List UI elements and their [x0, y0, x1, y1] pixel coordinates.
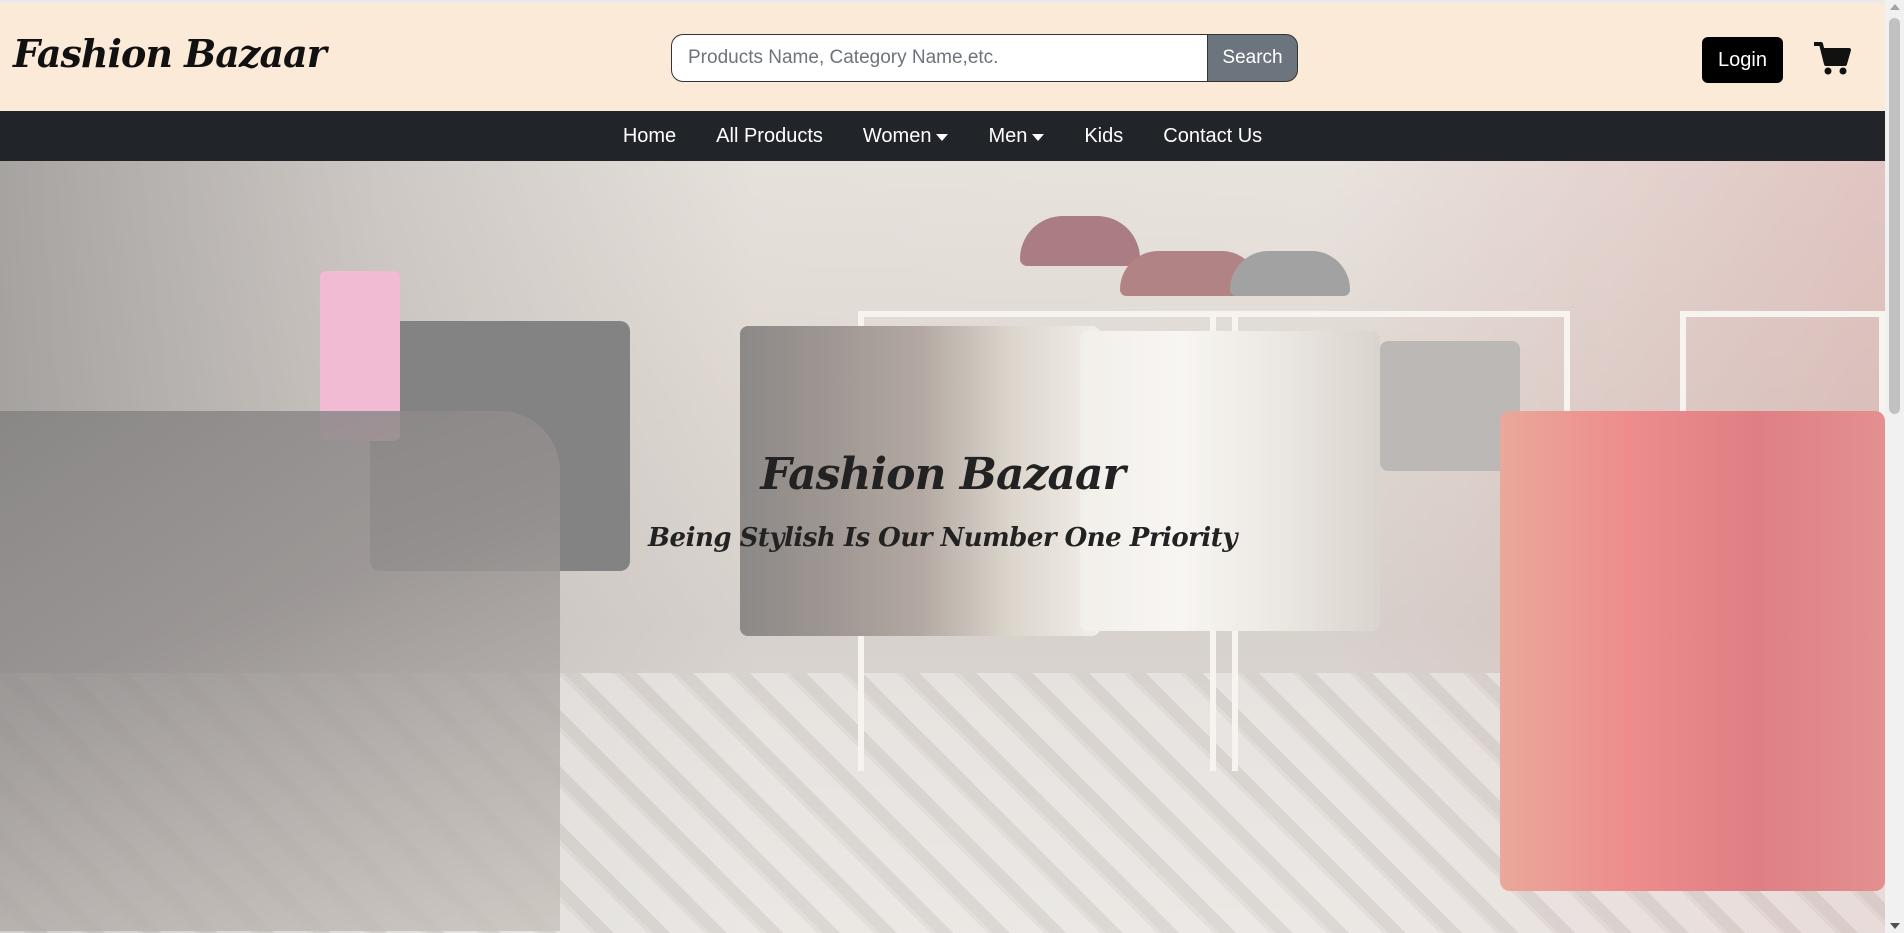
nav-item-label: All Products [716, 124, 823, 147]
search-input[interactable] [671, 34, 1207, 82]
hero-title: Fashion Bazaar [760, 449, 1125, 500]
hero-banner: Fashion Bazaar Being Stylish Is Our Numb… [0, 161, 1885, 933]
caret-down-icon [1032, 133, 1045, 141]
cart-icon[interactable] [1812, 41, 1852, 77]
site-header: Fashion Bazaar Search Login [0, 0, 1885, 111]
login-button[interactable]: Login [1702, 37, 1783, 83]
nav-item-label: Women [862, 124, 932, 147]
nav-item-women[interactable]: Women [843, 125, 969, 148]
nav-item-label: Men [988, 124, 1028, 147]
nav-item-home[interactable]: Home [603, 125, 696, 148]
search-button[interactable]: Search [1207, 34, 1298, 82]
scroll-thumb[interactable] [1889, 18, 1900, 414]
search-form: Search [671, 34, 1298, 82]
scroll-down-arrow-icon[interactable] [1890, 923, 1900, 929]
nav-item-men[interactable]: Men [968, 125, 1064, 148]
nav-item-kids[interactable]: Kids [1064, 125, 1143, 148]
brand-logo[interactable]: Fashion Bazaar [13, 31, 327, 76]
nav-item-label: Contact Us [1163, 124, 1263, 147]
page-scrollbar[interactable] [1885, 0, 1904, 933]
nav-item-all-products[interactable]: All Products [696, 125, 843, 148]
caret-down-icon [936, 133, 949, 141]
main-nav: Home All Products Women Men Kids Contact… [0, 111, 1885, 161]
hero-subtitle: Being Stylish Is Our Number One Priority [648, 523, 1237, 553]
nav-item-label: Home [622, 124, 677, 147]
nav-item-label: Kids [1084, 124, 1124, 147]
scroll-up-arrow-icon[interactable] [1890, 4, 1900, 10]
nav-item-contact-us[interactable]: Contact Us [1143, 125, 1282, 148]
